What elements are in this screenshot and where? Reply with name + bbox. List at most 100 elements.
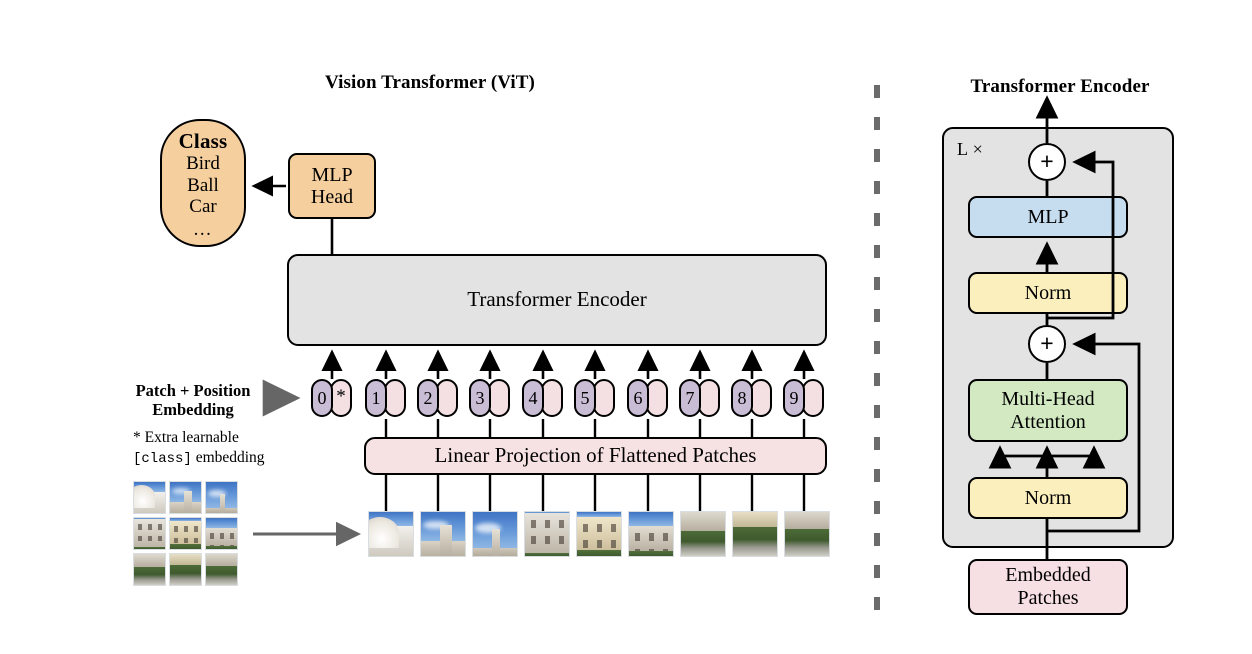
patch-window (210, 533, 214, 539)
image-patch-1 (133, 481, 166, 514)
patch-ground (134, 567, 165, 585)
image-patch-9 (784, 511, 830, 557)
token-number-pill-2: 2 (417, 379, 439, 417)
image-patch-1 (368, 511, 414, 557)
mlp-head-box: MLP Head (288, 153, 376, 219)
patch-ground (629, 551, 673, 556)
patch-window (220, 533, 224, 539)
token-3: 3 (469, 379, 510, 417)
image-patch-3 (472, 511, 518, 557)
patch-ground (134, 547, 165, 549)
encoder-mlp-block: MLP (968, 196, 1128, 238)
patch-position-embedding-label: Patch + Position Embedding (118, 381, 268, 420)
image-patch-5 (576, 511, 622, 557)
image-patch-5 (169, 517, 202, 550)
token-5: 5 (574, 379, 615, 417)
token-8: 8 (731, 379, 772, 417)
patch-building (733, 512, 777, 527)
token-number-pill-1: 1 (365, 379, 387, 417)
image-patch-2 (420, 511, 466, 557)
mlp-head-line1: MLP (311, 163, 353, 186)
token-7: 7 (679, 379, 720, 417)
residual-add-bottom: + (1028, 325, 1066, 363)
patch-window (634, 533, 641, 542)
patch-building (525, 513, 569, 553)
patch-window (596, 524, 602, 533)
class-box-header: Class (178, 128, 228, 153)
image-patch-2 (169, 481, 202, 514)
projection-to-token-lines (384, 419, 806, 437)
patch-dome (134, 485, 156, 508)
token-position-pill-0: * (330, 379, 352, 417)
token-0: 0 * (311, 379, 352, 417)
patch-window (194, 537, 198, 544)
class-item-ball: Ball (187, 174, 219, 196)
footnote-class-token: [class] (133, 451, 192, 468)
patch-window (648, 533, 654, 542)
patch-window (610, 524, 616, 533)
patch-window (174, 526, 178, 532)
image-patch-3 (205, 481, 238, 514)
linear-projection-label: Linear Projection of Flattened Patches (434, 443, 757, 468)
image-patch-7 (680, 511, 726, 557)
repeat-count-label: L × (957, 139, 984, 159)
patch-ground (577, 550, 621, 556)
image-patch-4 (524, 511, 570, 557)
token-6: 6 (627, 379, 668, 417)
patch-to-projection-lines (384, 475, 806, 511)
mlp-head-line2: Head (310, 186, 354, 208)
embedding-label-line1: Patch + Position (135, 381, 251, 400)
encoder-norm-bottom-label: Norm (1024, 486, 1072, 509)
token-to-encoder-arrows (321, 349, 815, 379)
patch-ground (785, 529, 829, 556)
token-position-pill-5 (593, 379, 615, 417)
patch-window (148, 524, 152, 530)
token-position-pill-1 (384, 379, 406, 417)
patch-window (174, 537, 178, 544)
token-9: 9 (783, 379, 824, 417)
footnote-line2-tail: embedding (191, 449, 265, 467)
residual-add-top-symbol: + (1040, 147, 1054, 174)
patch-window (184, 526, 188, 532)
patch-building (134, 519, 165, 547)
encoder-norm-top-block: Norm (968, 272, 1128, 314)
patch-window (530, 536, 537, 544)
patch-window (582, 524, 589, 533)
image-patch-9 (205, 553, 238, 586)
embedded-patches-line1: Embedded (1005, 564, 1091, 587)
residual-add-top: + (1028, 143, 1066, 181)
embedded-patches-block: Embedded Patches (968, 559, 1128, 615)
token-number-pill-9: 9 (783, 379, 805, 417)
patch-window (230, 533, 234, 539)
token-position-pill-8 (750, 379, 772, 417)
extra-learnable-footnote: * Extra learnable [class] embedding (133, 428, 303, 468)
token-number-pill-3: 3 (469, 379, 491, 417)
patch-sky (629, 512, 673, 526)
token-position-pill-4 (541, 379, 563, 417)
token-number-pill-8: 8 (731, 379, 753, 417)
patch-building (681, 512, 725, 531)
patch-window (558, 536, 564, 544)
patch-window (194, 526, 198, 532)
residual-add-bottom-symbol: + (1040, 329, 1054, 356)
patch-window (184, 537, 188, 544)
patch-window (582, 540, 589, 548)
patch-ground (525, 553, 569, 556)
token-4: 4 (522, 379, 563, 417)
image-patch-6 (628, 511, 674, 557)
footnote-line2: [class] embedding (133, 448, 303, 468)
flattened-patch-strip (368, 511, 830, 557)
linear-projection-bar: Linear Projection of Flattened Patches (364, 437, 827, 475)
image-patch-4 (133, 517, 166, 550)
encoder-attention-line2: Attention (1010, 410, 1086, 433)
encoder-mlp-label: MLP (1027, 205, 1069, 228)
encoder-norm-top-label: Norm (1024, 281, 1072, 304)
token-position-pill-7 (698, 379, 720, 417)
patch-ground (170, 544, 201, 549)
patch-window (662, 533, 668, 542)
token-number-pill-7: 7 (679, 379, 701, 417)
patch-spire (492, 528, 500, 556)
image-patch-8 (732, 511, 778, 557)
patch-ground (206, 546, 237, 549)
image-patch-8 (169, 553, 202, 586)
